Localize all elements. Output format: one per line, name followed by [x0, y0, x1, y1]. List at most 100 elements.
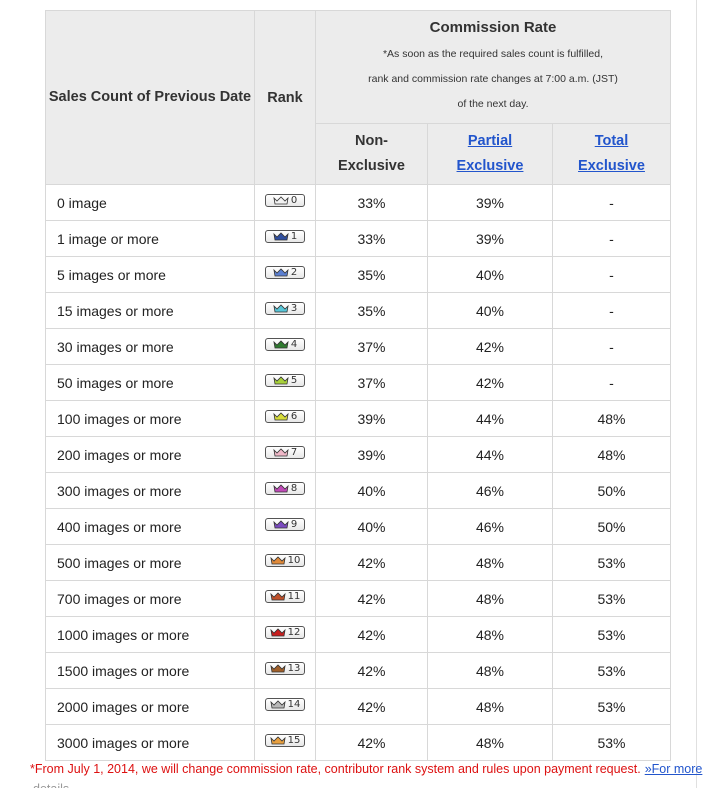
partial-exclusive-cell: 46% [427, 508, 553, 545]
total-exclusive-cell: - [552, 292, 671, 329]
rank-number: 3 [290, 302, 298, 314]
total-exclusive-cell: 53% [552, 580, 671, 617]
non-exclusive-cell: 42% [315, 652, 428, 689]
non-exclusive-cell: 42% [315, 688, 428, 725]
table-row: 1 image or more 1 33% 39% - [45, 220, 671, 257]
partial-exclusive-cell: 48% [427, 616, 553, 653]
page-edge [696, 0, 697, 788]
non-exclusive-cell: 42% [315, 724, 428, 761]
footnote: *From July 1, 2014, we will change commi… [30, 762, 702, 776]
rank-badge: 5 [265, 374, 305, 388]
header-partial-exclusive: Partial Exclusive [427, 123, 553, 185]
non-exclusive-cell: 37% [315, 328, 428, 365]
total-exclusive-cell: - [552, 364, 671, 401]
total-exclusive-cell: - [552, 184, 671, 221]
crown-icon [273, 304, 289, 313]
total-exclusive-cell: 53% [552, 724, 671, 761]
rank-number: 2 [290, 266, 298, 278]
crown-icon [273, 412, 289, 421]
rank-badge: 7 [265, 446, 305, 460]
header-commission-rate: Commission Rate *As soon as the required… [315, 10, 671, 124]
rank-number: 14 [287, 698, 301, 710]
total-exclusive-cell: 53% [552, 688, 671, 725]
table-row: 50 images or more 5 37% 42% - [45, 364, 671, 401]
rank-number: 7 [290, 446, 298, 458]
non-exclusive-cell: 42% [315, 616, 428, 653]
rank-cell: 6 [254, 400, 316, 437]
header-non-exclusive: Non- Exclusive [315, 123, 428, 185]
rank-badge: 14 [265, 698, 305, 712]
partial-exclusive-cell: 48% [427, 652, 553, 689]
rank-cell: 8 [254, 472, 316, 509]
sales-count-cell: 2000 images or more [45, 688, 255, 725]
table-row: 30 images or more 4 37% 42% - [45, 328, 671, 365]
sales-count-cell: 100 images or more [45, 400, 255, 437]
crown-icon [273, 232, 289, 241]
rank-badge: 12 [265, 626, 305, 640]
sales-count-cell: 15 images or more [45, 292, 255, 329]
table-row: 1000 images or more 12 42% 48% 53% [45, 616, 671, 653]
sales-count-cell: 400 images or more [45, 508, 255, 545]
table-row: 500 images or more 10 42% 48% 53% [45, 544, 671, 581]
crown-icon [273, 340, 289, 349]
partial-exclusive-link[interactable]: Partial Exclusive [455, 129, 525, 179]
rank-number: 13 [287, 662, 301, 674]
rank-number: 9 [290, 518, 298, 530]
table-row: 300 images or more 8 40% 46% 50% [45, 472, 671, 509]
non-exclusive-cell: 33% [315, 220, 428, 257]
rank-cell: 13 [254, 652, 316, 689]
non-exclusive-cell: 35% [315, 256, 428, 293]
non-exclusive-cell: 39% [315, 400, 428, 437]
rank-number: 8 [290, 482, 298, 494]
sales-count-cell: 3000 images or more [45, 724, 255, 761]
rank-number: 6 [290, 410, 298, 422]
rank-number: 15 [287, 734, 301, 746]
partial-exclusive-cell: 44% [427, 436, 553, 473]
table-row: 200 images or more 7 39% 44% 48% [45, 436, 671, 473]
table-row: 0 image 0 33% 39% - [45, 184, 671, 221]
partial-exclusive-cell: 46% [427, 472, 553, 509]
header-rank: Rank [254, 10, 316, 185]
rank-cell: 0 [254, 184, 316, 221]
non-exclusive-cell: 40% [315, 472, 428, 509]
rank-badge: 15 [265, 734, 305, 748]
rank-badge: 6 [265, 410, 305, 424]
total-exclusive-link[interactable]: Total Exclusive [577, 129, 647, 179]
partial-exclusive-cell: 42% [427, 364, 553, 401]
partial-exclusive-cell: 48% [427, 580, 553, 617]
sales-count-cell: 30 images or more [45, 328, 255, 365]
rank-number: 1 [290, 230, 298, 242]
crown-icon [270, 556, 286, 565]
total-exclusive-cell: 53% [552, 616, 671, 653]
rank-cell: 11 [254, 580, 316, 617]
crown-icon [270, 664, 286, 673]
sales-count-cell: 500 images or more [45, 544, 255, 581]
table-row: 700 images or more 11 42% 48% 53% [45, 580, 671, 617]
table-row: 3000 images or more 15 42% 48% 53% [45, 724, 671, 761]
partial-exclusive-cell: 42% [427, 328, 553, 365]
rank-badge: 4 [265, 338, 305, 352]
rank-number: 4 [290, 338, 298, 350]
crown-icon [273, 520, 289, 529]
non-exclusive-cell: 42% [315, 544, 428, 581]
commission-note-line-3: of the next day. [457, 97, 529, 110]
rank-number: 11 [287, 590, 301, 602]
table-row: 1500 images or more 13 42% 48% 53% [45, 652, 671, 689]
table-row: 2000 images or more 14 42% 48% 53% [45, 688, 671, 725]
commission-rate-table: Sales Count of Previous Date Rank Commis… [45, 10, 671, 761]
sales-count-cell: 5 images or more [45, 256, 255, 293]
crown-icon [273, 376, 289, 385]
total-exclusive-cell: 48% [552, 436, 671, 473]
footnote-tail: details [33, 782, 69, 788]
rank-cell: 9 [254, 508, 316, 545]
partial-exclusive-cell: 48% [427, 688, 553, 725]
crown-icon [270, 592, 286, 601]
header-sales-count: Sales Count of Previous Date [45, 10, 255, 185]
non-exclusive-cell: 37% [315, 364, 428, 401]
rank-cell: 7 [254, 436, 316, 473]
sales-count-cell: 1000 images or more [45, 616, 255, 653]
sales-count-cell: 200 images or more [45, 436, 255, 473]
rank-badge: 8 [265, 482, 305, 496]
for-more-link[interactable]: »For more [645, 762, 703, 776]
rank-badge: 10 [265, 554, 305, 568]
